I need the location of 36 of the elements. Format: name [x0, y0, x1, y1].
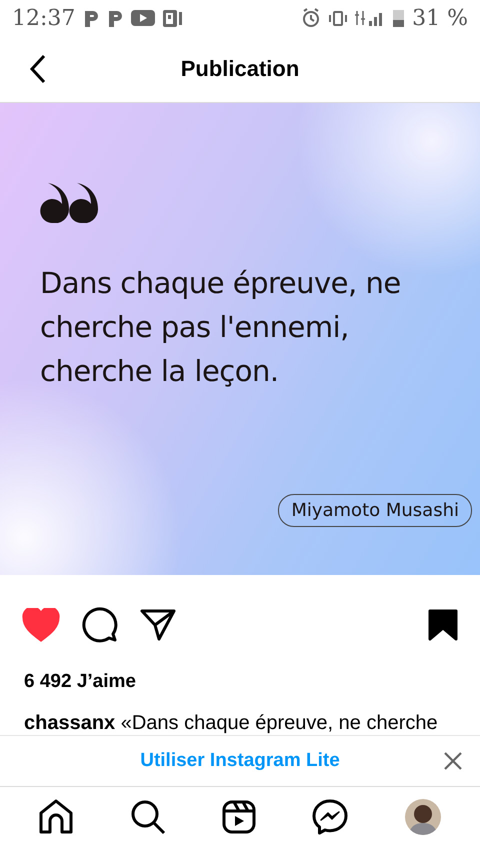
parking-icon [83, 9, 100, 27]
messenger-tab[interactable] [312, 798, 348, 834]
home-icon [38, 798, 74, 834]
quote-mark-icon [40, 183, 98, 223]
like-count: 6 492 J’aime [23, 671, 137, 693]
post-caption: chassanx «Dans chaque épreuve, ne cherche [24, 711, 438, 735]
page-title: Publication [180, 56, 300, 82]
battery-percent: 31 % [412, 6, 468, 30]
home-tab[interactable] [38, 798, 74, 834]
search-icon [130, 798, 166, 834]
like-button[interactable] [22, 608, 60, 642]
close-button[interactable] [444, 752, 462, 770]
heart-icon [22, 608, 60, 642]
video-clip-icon [222, 800, 256, 834]
video-play-icon [131, 10, 156, 26]
quote-text: Dans chaque épreuve, ne cherche pas l'ennemi, cherche la leçon. [40, 265, 402, 390]
messenger-icon [312, 798, 348, 834]
bookmark-icon [428, 609, 458, 641]
close-icon [444, 752, 462, 770]
comment-button[interactable] [82, 607, 118, 643]
author-tag: Miyamoto Musashi [278, 494, 472, 527]
send-icon [140, 608, 176, 642]
battery-icon [393, 10, 404, 26]
share-button[interactable] [140, 608, 176, 642]
status-time: 12:37 [12, 6, 76, 30]
vibrate-icon [329, 10, 348, 26]
app-icon [163, 10, 182, 26]
reels-tab[interactable] [222, 800, 256, 834]
search-tab[interactable] [130, 798, 166, 834]
install-lite-link[interactable]: Utiliser Instagram Lite [136, 746, 344, 776]
parking-icon [107, 9, 124, 27]
save-button[interactable] [428, 609, 458, 641]
alarm-icon [301, 8, 322, 28]
comment-icon [82, 607, 118, 643]
back-icon [28, 53, 48, 85]
back-button[interactable] [28, 53, 48, 85]
